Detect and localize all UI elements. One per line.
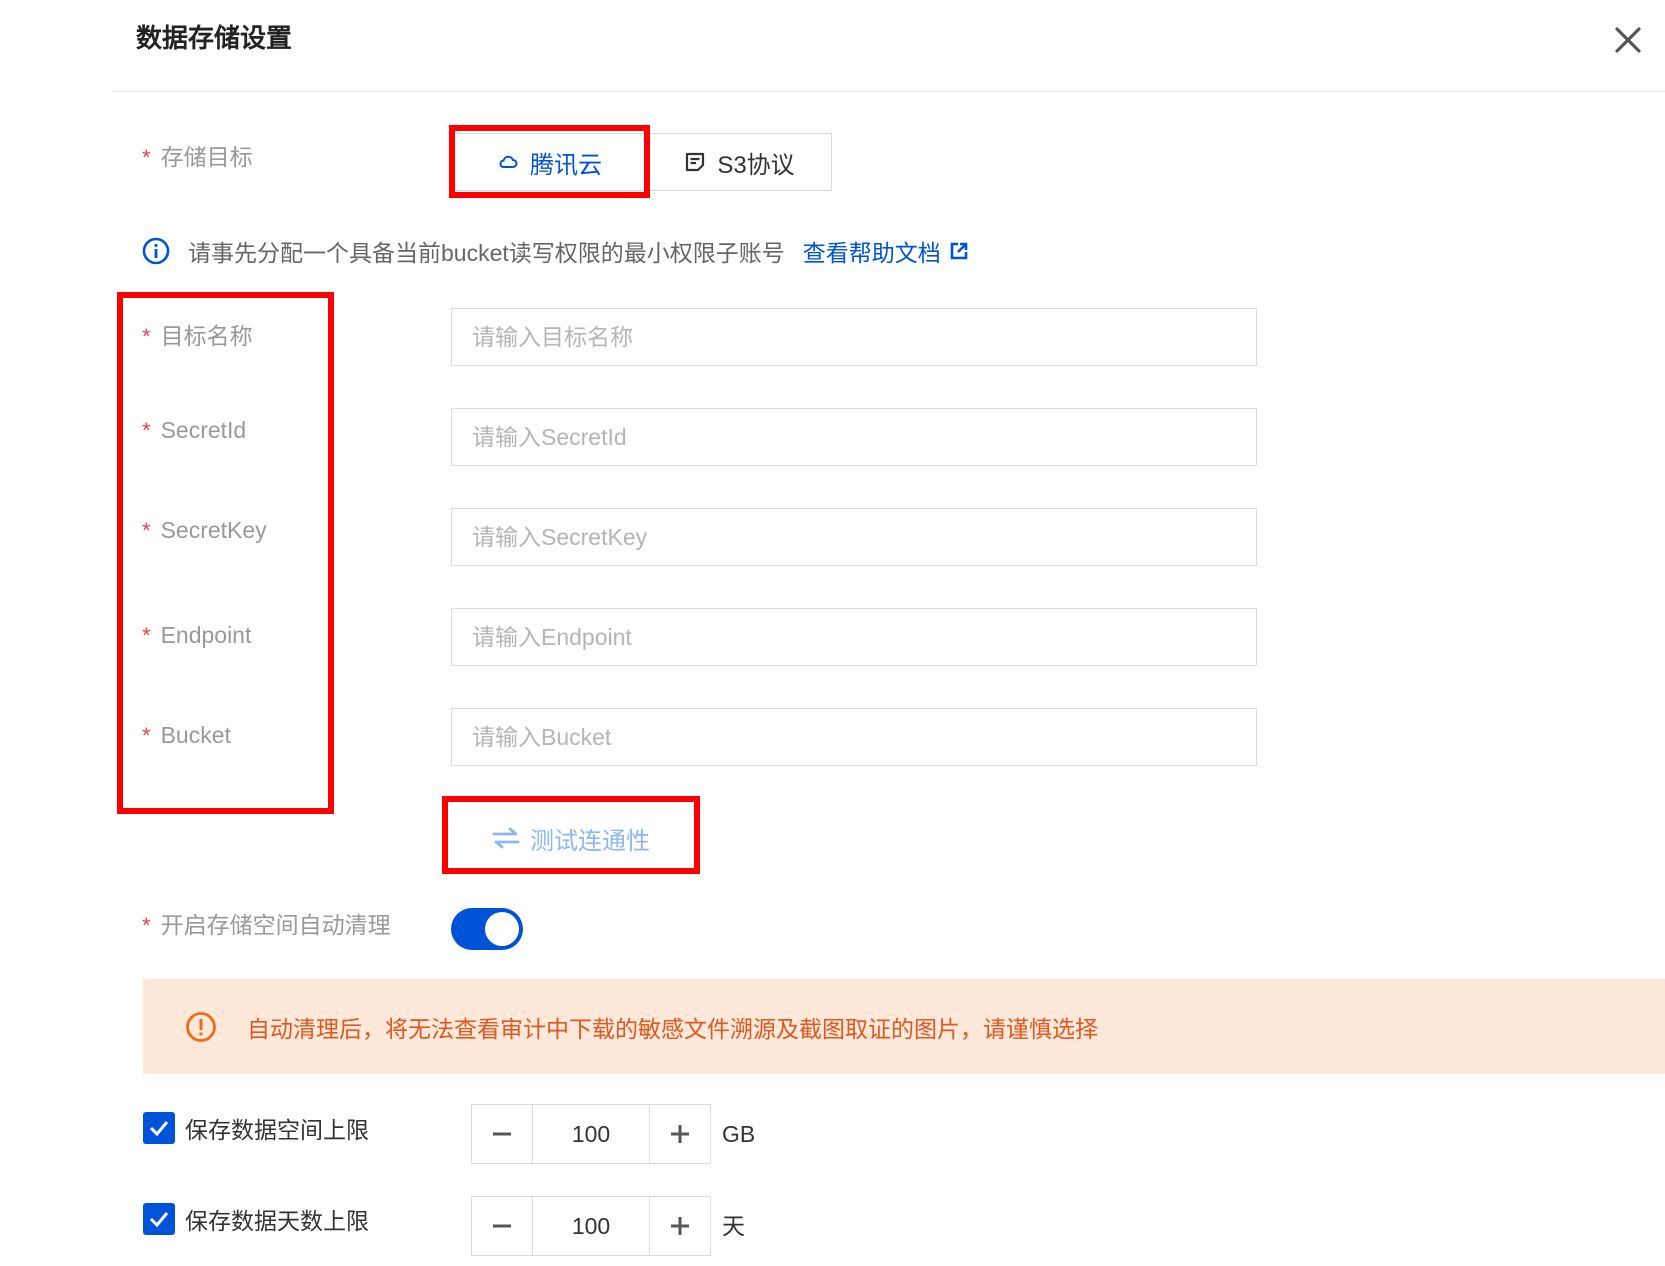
auto-clean-toggle[interactable]: [451, 908, 523, 950]
help-doc-link[interactable]: 查看帮助文档: [803, 234, 969, 268]
help-doc-link-label: 查看帮助文档: [802, 240, 941, 266]
storage-option-label: S3协议: [717, 151, 795, 179]
space-limit-value[interactable]: 100: [532, 1105, 650, 1163]
space-limit-unit: GB: [722, 1121, 756, 1147]
close-icon: [1615, 27, 1641, 53]
days-limit-value[interactable]: 100: [532, 1197, 650, 1255]
info-icon: [142, 237, 170, 265]
days-limit-checkbox[interactable]: 保存数据天数上限: [143, 1202, 369, 1236]
checkbox-checked-icon: [143, 1112, 175, 1144]
space-limit-decrement-button[interactable]: [472, 1105, 532, 1163]
toggle-knob: [485, 912, 519, 946]
space-limit-increment-button[interactable]: [650, 1105, 710, 1163]
secret-key-input[interactable]: [451, 508, 1257, 566]
plus-icon: [671, 1217, 689, 1235]
warning-text: 自动清理后，将无法查看审计中下载的敏感文件溯源及截图取证的图片，请谨慎选择: [247, 1015, 1098, 1042]
required-mark: *: [142, 913, 151, 938]
s3-doc-icon: [686, 152, 705, 172]
endpoint-input[interactable]: [451, 608, 1257, 666]
warning-icon: [185, 1011, 217, 1043]
annotation-box-storage-option: [449, 125, 650, 198]
dialog-title: 数据存储设置: [136, 23, 293, 53]
days-limit-stepper: 100: [471, 1196, 711, 1256]
storage-option-s3[interactable]: S3协议: [649, 133, 832, 191]
days-limit-unit: 天: [722, 1213, 745, 1239]
header-divider: [112, 91, 1665, 92]
days-limit-label: 保存数据天数上限: [185, 1208, 369, 1234]
permission-tip: 请事先分配一个具备当前bucket读写权限的最小权限子账号 查看帮助文档: [142, 232, 969, 270]
days-limit-decrement-button[interactable]: [472, 1197, 532, 1255]
target-name-input[interactable]: [451, 308, 1257, 366]
secret-id-input[interactable]: [451, 408, 1257, 466]
space-limit-stepper: 100: [471, 1104, 711, 1164]
annotation-box-test-button: [442, 796, 700, 874]
checkbox-checked-icon: [143, 1203, 175, 1235]
tip-text: 请事先分配一个具备当前bucket读写权限的最小权限子账号: [188, 240, 785, 266]
days-limit-increment-button[interactable]: [650, 1197, 710, 1255]
close-button[interactable]: [1608, 20, 1648, 60]
warning-banner: 自动清理后，将无法查看审计中下载的敏感文件溯源及截图取证的图片，请谨慎选择: [143, 979, 1665, 1074]
annotation-box-field-labels: [117, 292, 334, 814]
required-mark: *: [142, 145, 151, 170]
space-limit-label: 保存数据空间上限: [185, 1117, 369, 1143]
space-limit-checkbox[interactable]: 保存数据空间上限: [143, 1111, 369, 1145]
minus-icon: [493, 1224, 511, 1228]
minus-icon: [493, 1132, 511, 1136]
plus-icon: [671, 1125, 689, 1143]
external-link-icon: [950, 242, 968, 260]
auto-clean-label: * 开启存储空间自动清理: [142, 912, 391, 938]
bucket-input[interactable]: [451, 708, 1257, 766]
storage-target-label: * 存储目标: [142, 144, 253, 170]
